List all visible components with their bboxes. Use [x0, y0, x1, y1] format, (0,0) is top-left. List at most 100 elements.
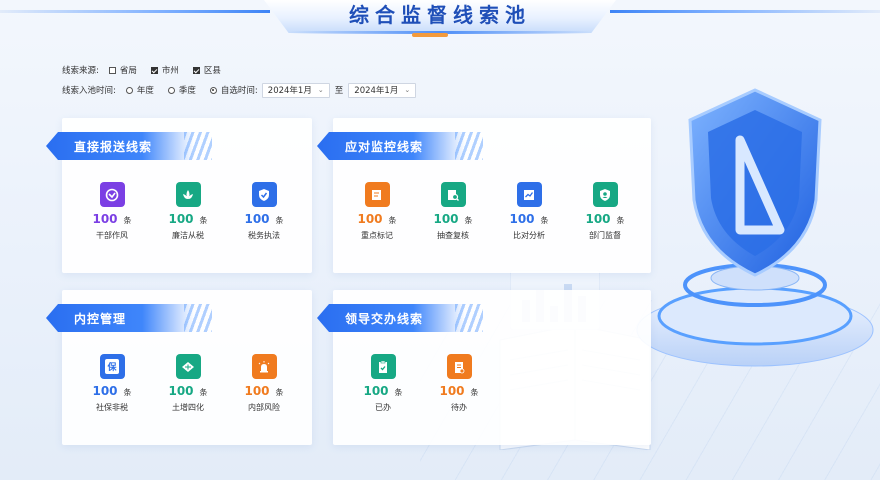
item-name: 比对分析: [513, 231, 545, 240]
time-option-custom[interactable]: 自选时间:: [209, 84, 258, 96]
count-value: 100: [585, 212, 611, 226]
count-value: 100: [439, 384, 465, 398]
date-to-value: 2024年1月: [354, 86, 399, 96]
radio[interactable]: [167, 86, 175, 94]
card-header: 直接报送线索: [46, 132, 212, 160]
social-security-icon: 保: [99, 354, 125, 379]
count-unit: 条: [123, 388, 132, 397]
date-to-select[interactable]: 2024年1月 ⌄: [348, 82, 417, 98]
count-value: 100: [244, 384, 270, 398]
card-header: 领导交办线索: [317, 304, 483, 332]
card-title: 直接报送线索: [74, 139, 153, 154]
chevron-down-icon: ⌄: [404, 86, 411, 94]
clipboard-check-icon: [370, 354, 396, 379]
source-option-county[interactable]: 区县: [192, 64, 221, 76]
department-user-icon: [592, 182, 618, 207]
count-unit: 条: [464, 216, 473, 225]
time-option-quarter[interactable]: 季度: [167, 84, 196, 96]
source-option-label: 省局: [119, 66, 137, 76]
radio[interactable]: [125, 86, 133, 94]
filter-panel: 线索来源: 省局 市州 区县 线索入池时间: 年度 季度 自选时间: 2024年…: [62, 60, 417, 100]
card-title: 领导交办线索: [345, 311, 424, 326]
checkbox[interactable]: [150, 66, 158, 74]
count-value: 100: [168, 212, 194, 226]
header-line-left: [0, 10, 270, 13]
count-unit: 条: [470, 388, 479, 397]
date-from-select[interactable]: 2024年1月 ⌄: [261, 82, 330, 98]
source-option-city[interactable]: 市州: [150, 64, 179, 76]
count-value: 100: [92, 212, 118, 226]
clue-item-integrity[interactable]: 100 条 廉洁从税: [150, 182, 226, 241]
count-unit: 条: [123, 216, 132, 225]
source-option-label: 区县: [203, 66, 221, 76]
card-leader-assigned: 领导交办线索 100 条 已办 100 条 待办: [317, 290, 651, 445]
time-option-label: 自选时间:: [220, 86, 258, 96]
time-filter-label: 线索入池时间:: [62, 86, 116, 96]
item-name: 重点标记: [361, 231, 393, 240]
clipboard-pending-icon: [446, 354, 472, 379]
count-value: 100: [509, 212, 535, 226]
count-unit: 条: [616, 216, 625, 225]
card-title: 应对监控线索: [345, 139, 424, 154]
item-name: 待办: [451, 403, 467, 412]
clue-item-department-supervision[interactable]: 100 条 部门监督: [567, 182, 643, 241]
time-option-label: 年度: [136, 86, 154, 96]
clue-item-comparison[interactable]: 100 条 比对分析: [491, 182, 567, 241]
source-filter-label: 线索来源:: [62, 66, 99, 76]
count-value: 100: [363, 384, 389, 398]
radio[interactable]: [209, 86, 217, 94]
source-option-label: 市州: [161, 66, 179, 76]
checkbox[interactable]: [192, 66, 200, 74]
count-unit: 条: [275, 388, 284, 397]
clue-item-spot-check[interactable]: 100 条 抽查复核: [415, 182, 491, 241]
shield-check-icon: [251, 182, 277, 207]
item-name: 廉洁从税: [172, 231, 204, 240]
title-notch: [412, 33, 448, 37]
count-value: 100: [92, 384, 118, 398]
source-option-province[interactable]: 省局: [108, 64, 137, 76]
edit-document-icon: [364, 182, 390, 207]
card-header: 应对监控线索: [317, 132, 483, 160]
count-value: 100: [168, 384, 194, 398]
card-title: 内控管理: [74, 311, 127, 326]
item-name: 抽查复核: [437, 231, 469, 240]
card-monitor: 应对监控线索 100 条 重点标记 100 条 抽查复核 100 条 比对分析 100…: [317, 118, 651, 273]
page-header: 综合监督线索池: [0, 0, 880, 37]
search-review-icon: [440, 182, 466, 207]
to-label: 至: [334, 86, 344, 96]
header-line-right: [610, 10, 880, 13]
time-option-label: 季度: [178, 86, 196, 96]
clue-item-tax-enforcement[interactable]: 100 条 税务执法: [226, 182, 302, 241]
lotus-icon: [175, 182, 201, 207]
cadre-style-icon: [99, 182, 125, 207]
item-name: 社保非税: [96, 403, 128, 412]
count-unit: 条: [199, 216, 208, 225]
clue-item-internal-risk[interactable]: 100 条 内部风险: [226, 354, 302, 413]
item-name: 干部作风: [96, 231, 128, 240]
time-filter-row: 线索入池时间: 年度 季度 自选时间: 2024年1月 ⌄ 至 2024年1月 ⌄: [62, 80, 417, 100]
count-unit: 条: [394, 388, 403, 397]
clue-item-pending[interactable]: 100 条 待办: [421, 354, 497, 413]
item-name: 土增四化: [172, 403, 204, 412]
count-unit: 条: [275, 216, 284, 225]
checkbox[interactable]: [108, 66, 116, 74]
land-grid-icon: [175, 354, 201, 379]
count-value: 100: [357, 212, 383, 226]
date-from-value: 2024年1月: [267, 86, 312, 96]
alarm-light-icon: [251, 354, 277, 379]
source-filter-row: 线索来源: 省局 市州 区县: [62, 60, 416, 80]
item-name: 内部风险: [248, 403, 280, 412]
clue-item-social-security[interactable]: 保 100 条 社保非税: [74, 354, 150, 413]
item-name: 税务执法: [248, 231, 280, 240]
count-unit: 条: [388, 216, 397, 225]
time-option-year[interactable]: 年度: [125, 84, 154, 96]
clue-item-key-mark[interactable]: 100 条 重点标记: [339, 182, 415, 241]
clue-item-done[interactable]: 100 条 已办: [345, 354, 421, 413]
card-direct-report: 直接报送线索 100 条 干部作风 100 条 廉洁从税 100 条 税务执法: [46, 118, 312, 273]
page-title: 综合监督线索池: [349, 3, 531, 27]
chevron-down-icon: ⌄: [317, 86, 324, 94]
clue-item-cadre-style[interactable]: 100 条 干部作风: [74, 182, 150, 241]
clue-item-land-value[interactable]: 100 条 土增四化: [150, 354, 226, 413]
analysis-chart-icon: [516, 182, 542, 207]
count-value: 100: [433, 212, 459, 226]
